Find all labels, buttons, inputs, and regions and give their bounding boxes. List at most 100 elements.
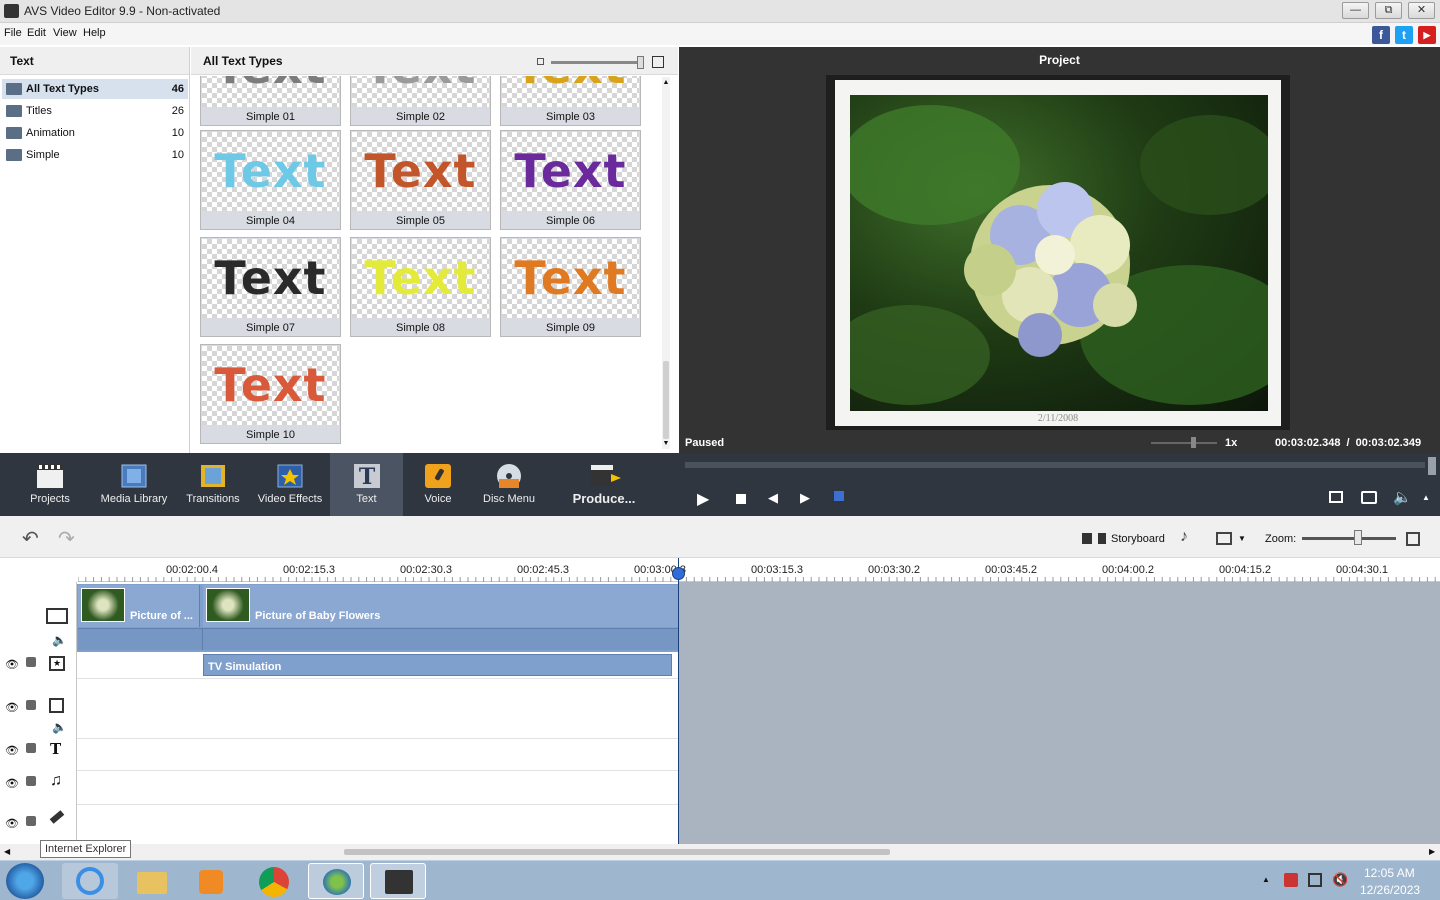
redo-icon[interactable]: ↷ — [58, 526, 75, 551]
speed-slider-handle[interactable] — [1191, 437, 1196, 448]
undo-icon[interactable]: ↶ — [22, 526, 39, 551]
scroll-right-arrow-icon[interactable]: ▶ — [1429, 847, 1435, 856]
timeline-ruler[interactable]: 00:02:00.4 00:02:15.3 00:02:30.3 00:02:45.3… — [78, 558, 1440, 582]
playhead-handle[interactable] — [672, 567, 685, 580]
category-titles[interactable]: Titles 26 — [2, 101, 188, 121]
scroll-left-arrow-icon[interactable]: ◀ — [4, 847, 10, 856]
seek-bar[interactable] — [685, 462, 1425, 468]
action-center-icon[interactable] — [1284, 873, 1298, 887]
timeline-hscrollbar[interactable]: ◀ ▶ — [0, 844, 1440, 860]
thumb-size-slider[interactable] — [551, 61, 641, 64]
text-preset-thumb[interactable]: Text Simple 03 — [500, 76, 641, 126]
text-preset-thumb[interactable]: Text Simple 04 — [200, 130, 341, 230]
gallery-scrollbar[interactable]: ▲ ▼ — [662, 77, 670, 449]
twitter-icon[interactable]: t — [1395, 26, 1413, 44]
storyboard-icon[interactable] — [1082, 533, 1106, 544]
category-animation[interactable]: Animation 10 — [2, 123, 188, 143]
network-icon[interactable] — [1308, 873, 1322, 887]
disc-menu-button[interactable]: Disc Menu — [478, 453, 540, 516]
produce-button[interactable]: Produce... — [566, 453, 642, 516]
eye-icon[interactable]: 👁 — [5, 658, 19, 671]
hscrollbar-thumb[interactable] — [344, 849, 890, 855]
start-button[interactable] — [6, 863, 44, 899]
text-preset-thumb[interactable]: Text Simple 09 — [500, 237, 641, 337]
text-track-icon: T — [50, 740, 62, 758]
video-clip-2[interactable]: Picture of Baby Flowers — [203, 585, 678, 627]
snapshot-icon[interactable] — [1361, 491, 1377, 504]
effect-clip-tv-simulation[interactable]: TV Simulation — [203, 654, 672, 676]
volume-icon[interactable]: 🔈 — [1393, 488, 1412, 506]
avs-video-editor-taskbar-icon[interactable] — [370, 863, 426, 899]
previous-frame-icon[interactable]: ◀​ — [768, 490, 778, 506]
play-icon[interactable]: ▶ — [697, 489, 709, 509]
text-preset-thumb[interactable]: Text Simple 08 — [350, 237, 491, 337]
menu-help[interactable]: Help — [83, 27, 106, 39]
text-button[interactable]: T Text — [330, 453, 403, 516]
lock-icon[interactable] — [26, 657, 36, 667]
menu-view[interactable]: View — [53, 27, 77, 39]
category-all-text-types[interactable]: All Text Types 46 — [2, 79, 188, 99]
seek-bar-end-handle[interactable] — [1428, 457, 1436, 475]
split-clip-icon[interactable] — [834, 491, 844, 501]
audio-mixer-icon[interactable]: ♪ — [1180, 528, 1188, 546]
thumb-size-slider-handle[interactable] — [637, 56, 644, 69]
clock-date[interactable]: 12/26/2023 — [1360, 883, 1420, 897]
view-options-dropdown-icon[interactable]: ▼ — [1238, 534, 1246, 543]
eye-icon[interactable]: 👁 — [5, 777, 19, 790]
text-preset-thumb[interactable]: Text Simple 01 — [200, 76, 341, 126]
category-simple[interactable]: Simple 10 — [2, 145, 188, 165]
eye-icon[interactable]: 👁 — [5, 701, 19, 714]
title-bar: AVS Video Editor 9.9 - Non-activated — ⧉… — [0, 0, 1440, 23]
lock-icon[interactable] — [26, 700, 36, 710]
scroll-down-arrow-icon[interactable]: ▼ — [662, 440, 670, 447]
youtube-icon[interactable]: ▶ — [1418, 26, 1436, 44]
menu-file[interactable]: File — [4, 27, 22, 39]
text-preset-thumb[interactable]: Text Simple 10 — [200, 344, 341, 444]
view-options-icon[interactable] — [1216, 532, 1232, 545]
speed-slider[interactable] — [1151, 442, 1217, 444]
zoom-slider-handle[interactable] — [1354, 530, 1362, 545]
collapse-arrow-icon[interactable]: ▲ — [1422, 493, 1430, 502]
gallery-grid: TextSimple 01TextSimple 02TextSimple 03T… — [191, 76, 661, 453]
show-hidden-icons[interactable]: ▲ — [1262, 875, 1270, 884]
transitions-button[interactable]: Transitions — [182, 453, 244, 516]
facebook-icon[interactable]: f — [1372, 26, 1390, 44]
small-thumb-size-icon[interactable] — [537, 58, 544, 65]
voice-button[interactable]: Voice — [408, 453, 468, 516]
next-frame-icon[interactable]: ▶ — [800, 490, 810, 506]
menu-edit[interactable]: Edit — [27, 27, 46, 39]
video-effects-button[interactable]: Video Effects — [254, 453, 326, 516]
scroll-up-arrow-icon[interactable]: ▲ — [662, 79, 670, 86]
media-library-button[interactable]: Media Library — [96, 453, 172, 516]
eye-icon[interactable]: 👁 — [5, 817, 19, 830]
close-button[interactable]: ✕ — [1408, 2, 1435, 19]
windows-update-icon[interactable] — [308, 863, 364, 899]
fit-timeline-icon[interactable] — [1406, 532, 1420, 546]
audio-mute-icon[interactable]: 🔈 — [52, 720, 67, 734]
restore-button[interactable]: ⧉ — [1375, 2, 1402, 19]
chrome-icon[interactable] — [246, 863, 302, 899]
minimize-button[interactable]: — — [1342, 2, 1369, 19]
eye-icon[interactable]: 👁 — [5, 744, 19, 757]
storyboard-button[interactable]: Storyboard — [1111, 533, 1165, 545]
file-explorer-icon[interactable] — [124, 863, 180, 899]
lock-icon[interactable] — [26, 776, 36, 786]
audio-mute-icon[interactable]: 🔈 — [52, 633, 67, 647]
clock-time[interactable]: 12:05 AM — [1364, 866, 1415, 880]
fullscreen-icon[interactable] — [1329, 491, 1343, 503]
text-preset-thumb[interactable]: Text Simple 07 — [200, 237, 341, 337]
video-clip-1[interactable]: Picture of ... — [78, 585, 200, 627]
text-preset-thumb[interactable]: Text Simple 05 — [350, 130, 491, 230]
volume-muted-icon[interactable]: 🔇 — [1332, 872, 1348, 888]
lock-icon[interactable] — [26, 816, 36, 826]
media-player-icon[interactable] — [184, 863, 240, 899]
stop-icon[interactable] — [736, 494, 746, 504]
internet-explorer-icon[interactable] — [62, 863, 118, 899]
large-thumb-size-icon[interactable] — [652, 56, 664, 68]
projects-button[interactable]: Projects — [18, 453, 82, 516]
lock-icon[interactable] — [26, 743, 36, 753]
text-preset-thumb[interactable]: Text Simple 06 — [500, 130, 641, 230]
zoom-slider[interactable] — [1302, 537, 1396, 540]
text-preset-thumb[interactable]: Text Simple 02 — [350, 76, 491, 126]
scrollbar-thumb[interactable] — [663, 361, 669, 439]
